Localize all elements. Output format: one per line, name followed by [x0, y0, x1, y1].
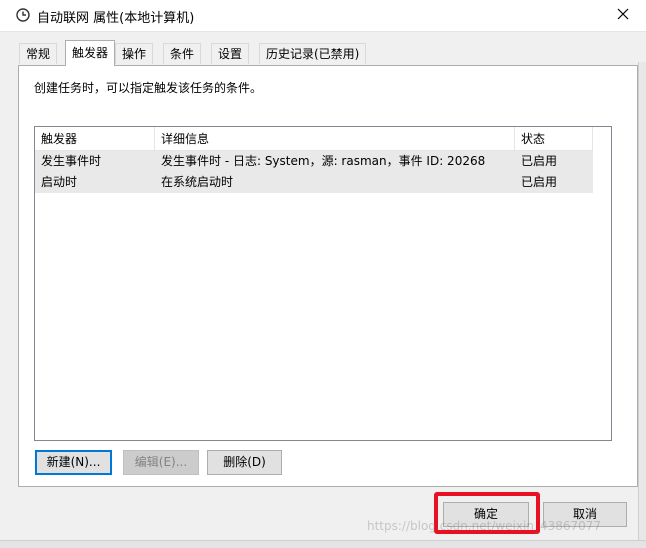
row-trigger: 启动时 — [41, 175, 78, 189]
clock-icon — [16, 8, 30, 22]
row-details: 发生事件时 - 日志: System，源: rasman，事件 ID: 2026… — [161, 154, 486, 168]
table-row[interactable]: 启动时 在系统启动时 已启用 — [35, 172, 593, 193]
delete-trigger-button[interactable]: 删除(D) — [207, 450, 282, 475]
triggers-panel: 创建任务时，可以指定触发该任务的条件。 触发器 详细信息 状态 发生事件时 发生… — [18, 65, 638, 487]
column-header-details[interactable]: 详细信息 — [155, 127, 515, 151]
tab-label: 常规 — [26, 47, 51, 61]
tab-triggers[interactable]: 触发器 — [65, 40, 116, 66]
tab-conditions[interactable]: 条件 — [163, 43, 202, 64]
new-trigger-button[interactable]: 新建(N)... — [35, 450, 112, 475]
tab-general[interactable]: 常规 — [19, 43, 58, 64]
table-row[interactable]: 发生事件时 发生事件时 - 日志: System，源: rasman，事件 ID… — [35, 151, 593, 172]
tab-label: 触发器 — [72, 46, 109, 60]
properties-dialog: 自动联网 属性(本地计算机) 常规 触发器 操作 条件 设置 历史记录(已禁用)… — [0, 0, 646, 548]
window-title: 自动联网 属性(本地计算机) — [37, 11, 195, 26]
tab-label: 历史记录(已禁用) — [266, 47, 360, 61]
title-bar: 自动联网 属性(本地计算机) — [0, 0, 646, 32]
tab-settings[interactable]: 设置 — [211, 43, 250, 64]
tab-label: 条件 — [170, 47, 195, 61]
triggers-list[interactable]: 触发器 详细信息 状态 发生事件时 发生事件时 - 日志: System，源: … — [34, 126, 612, 441]
close-button[interactable] — [600, 0, 646, 31]
background-window-edge — [638, 62, 646, 547]
row-status: 已启用 — [521, 175, 558, 189]
column-header-trigger[interactable]: 触发器 — [35, 127, 155, 151]
row-status: 已启用 — [521, 154, 558, 168]
tab-history[interactable]: 历史记录(已禁用) — [259, 43, 367, 64]
tab-actions[interactable]: 操作 — [115, 43, 154, 64]
column-header-status[interactable]: 状态 — [515, 127, 593, 151]
row-details: 在系统启动时 — [161, 175, 234, 189]
tab-label: 设置 — [218, 47, 243, 61]
tab-label: 操作 — [122, 47, 147, 61]
edit-trigger-button[interactable]: 编辑(E)... — [123, 450, 199, 475]
close-icon — [617, 8, 629, 23]
watermark: https://blog.csdn.net/weixin_43867077 — [367, 519, 602, 533]
panel-description: 创建任务时，可以指定触发该任务的条件。 — [34, 81, 263, 95]
row-trigger: 发生事件时 — [41, 154, 102, 168]
list-header: 触发器 详细信息 状态 — [35, 127, 611, 151]
